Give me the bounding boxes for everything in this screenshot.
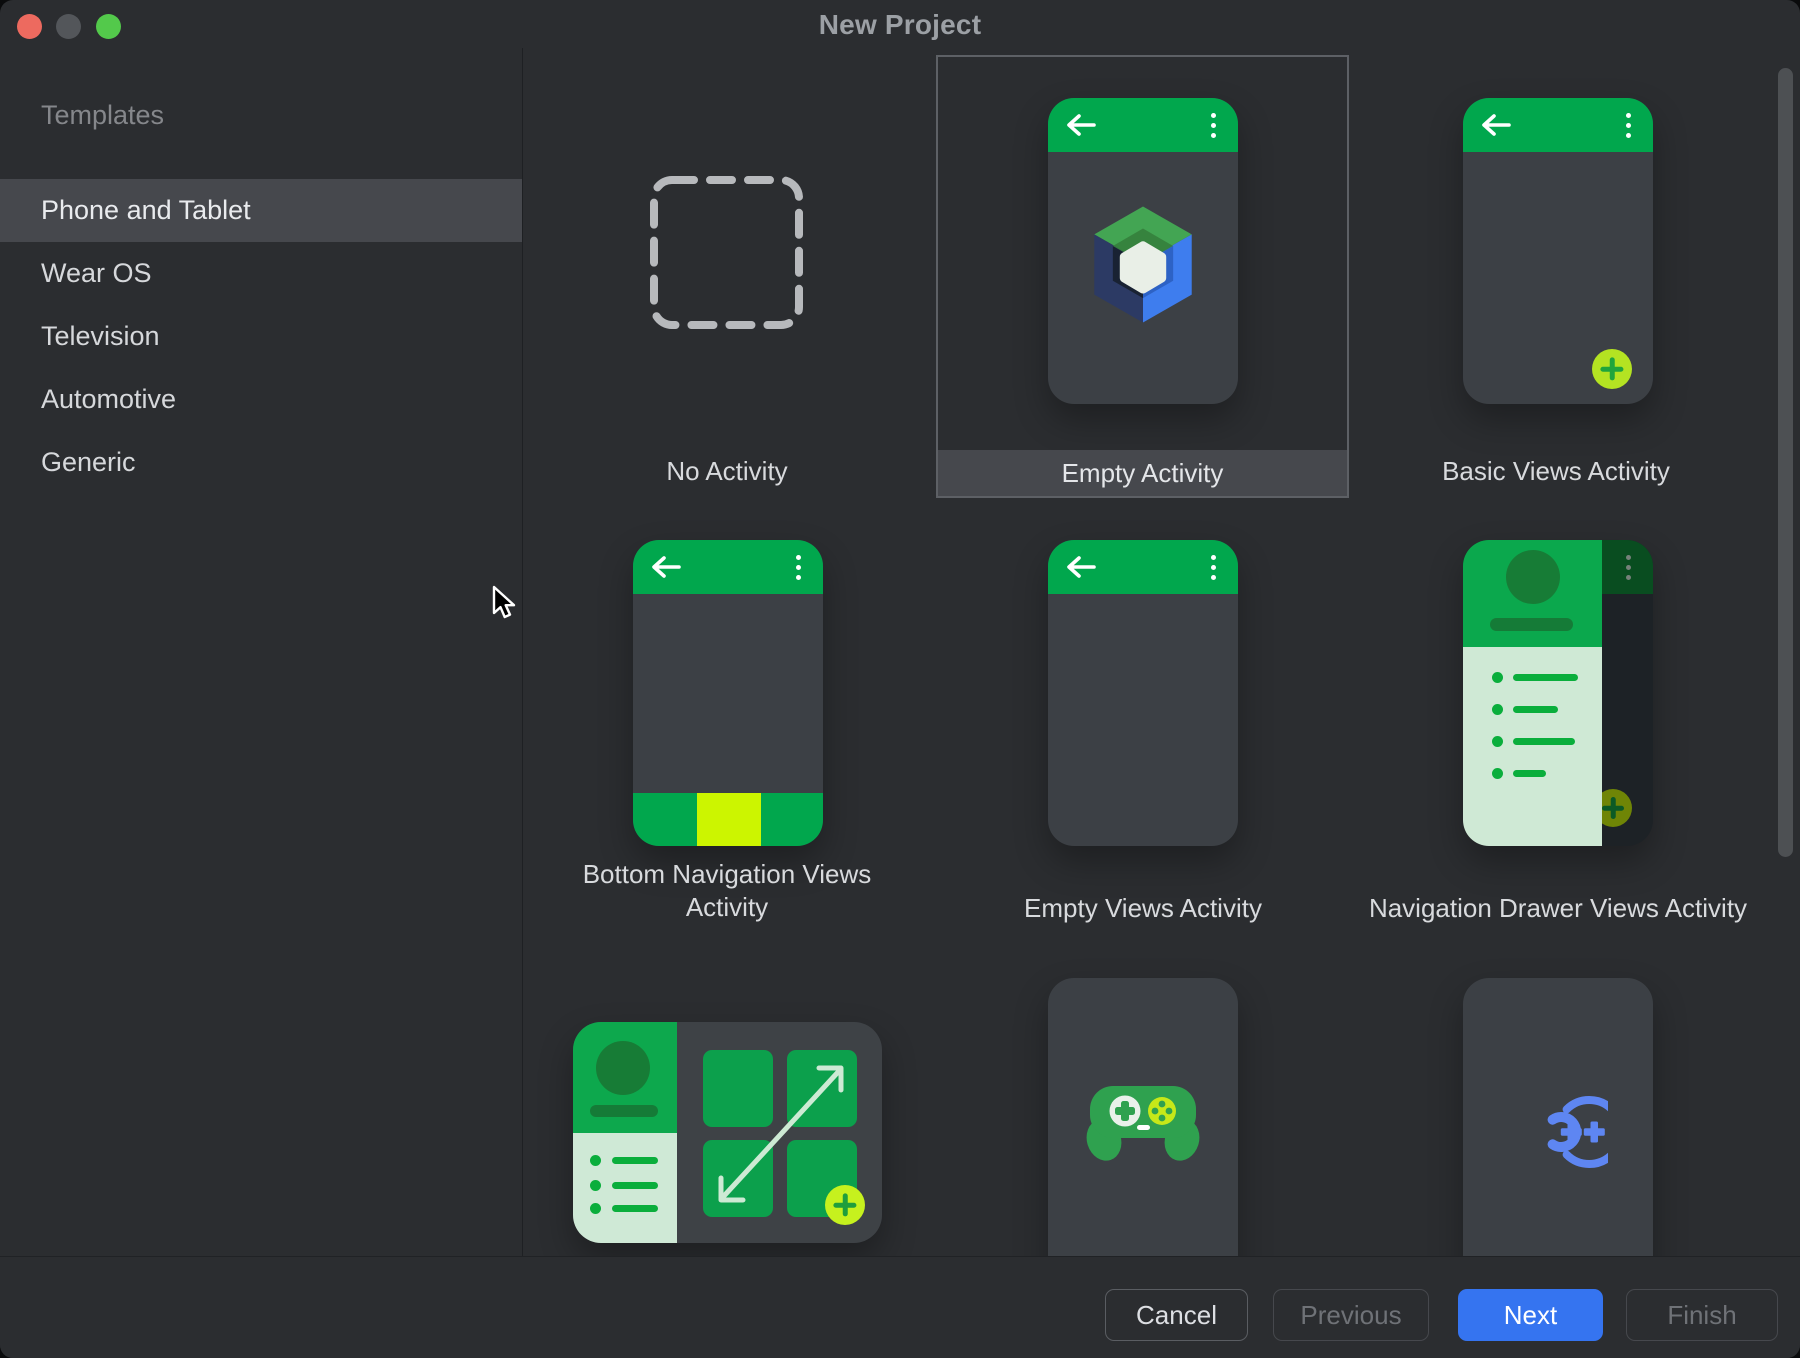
appbar	[1463, 98, 1653, 152]
fab-plus-icon	[1592, 349, 1632, 389]
dashed-square-icon	[649, 175, 804, 330]
previous-button[interactable]: Previous	[1273, 1289, 1429, 1341]
button-label: Next	[1504, 1300, 1557, 1331]
cpp-logo-icon	[1508, 1090, 1608, 1174]
sidebar-item-automotive[interactable]: Automotive	[0, 368, 522, 431]
card-label: Bottom Navigation Views Activity	[562, 858, 892, 924]
back-arrow-icon	[1063, 554, 1099, 580]
button-label: Cancel	[1136, 1300, 1217, 1331]
button-label: Previous	[1300, 1300, 1401, 1331]
card-label: No Activity	[577, 455, 877, 488]
back-arrow-icon	[1478, 112, 1514, 138]
finish-button[interactable]: Finish	[1626, 1289, 1778, 1341]
gamepad-icon	[1076, 1078, 1210, 1170]
new-project-dialog: New Project Templates Phone and Tablet W…	[0, 0, 1800, 1358]
phone-mockup	[1048, 98, 1238, 404]
kebab-menu-icon	[1211, 113, 1216, 138]
avatar	[1506, 550, 1560, 604]
sidebar-item-label: Television	[41, 321, 160, 352]
phone-mockup	[1048, 540, 1238, 846]
selected-card-label: Empty Activity	[938, 450, 1347, 496]
sidebar-item-label: Automotive	[41, 384, 176, 415]
back-arrow-icon	[1063, 112, 1099, 138]
kebab-menu-icon	[1626, 113, 1631, 138]
phone-mockup	[1463, 98, 1653, 404]
compose-logo-icon	[1085, 203, 1201, 326]
titlebar: New Project	[0, 0, 1800, 48]
scrollbar-thumb[interactable]	[1778, 68, 1793, 857]
card-label: Navigation Drawer Views Activity	[1348, 892, 1768, 925]
template-grid: No Activity	[522, 48, 1800, 1256]
sidebar-item-label: Wear OS	[41, 258, 152, 289]
kebab-menu-icon	[796, 555, 801, 580]
templates-sidebar: Templates Phone and Tablet Wear OS Telev…	[0, 48, 523, 1256]
back-arrow-icon	[648, 554, 684, 580]
card-label: Empty Views Activity	[993, 892, 1293, 925]
next-button[interactable]: Next	[1458, 1289, 1603, 1341]
sidebar-item-label: Generic	[41, 447, 136, 478]
navigation-drawer	[1463, 540, 1602, 846]
phone-mockup	[633, 540, 823, 846]
name-placeholder	[1490, 618, 1573, 631]
kebab-menu-icon	[1626, 555, 1631, 580]
fab-plus-icon	[825, 1185, 865, 1225]
bottom-nav-bar	[633, 793, 823, 846]
sidebar-item-wear-os[interactable]: Wear OS	[0, 242, 522, 305]
phone-mockup	[1463, 540, 1653, 846]
card-empty-activity[interactable]: Empty Activity	[936, 55, 1349, 498]
button-label: Finish	[1667, 1300, 1736, 1331]
sidebar-header: Templates	[41, 100, 164, 131]
appbar	[1048, 98, 1238, 152]
sidebar-item-label: Phone and Tablet	[41, 195, 251, 226]
card-native-cpp[interactable]	[1463, 978, 1653, 1256]
sidebar-item-phone-and-tablet[interactable]: Phone and Tablet	[0, 179, 522, 242]
sidebar-item-generic[interactable]: Generic	[0, 431, 522, 494]
sidebar-item-television[interactable]: Television	[0, 305, 522, 368]
card-responsive-views-activity[interactable]	[573, 1022, 882, 1243]
card-label: Basic Views Activity	[1406, 455, 1706, 488]
window-title: New Project	[0, 9, 1800, 41]
kebab-menu-icon	[1211, 555, 1216, 580]
cancel-button[interactable]: Cancel	[1105, 1289, 1248, 1341]
appbar	[633, 540, 823, 594]
card-game-activity[interactable]	[1048, 978, 1238, 1256]
footer: Cancel Previous Next Finish	[0, 1256, 1800, 1358]
appbar	[1048, 540, 1238, 594]
